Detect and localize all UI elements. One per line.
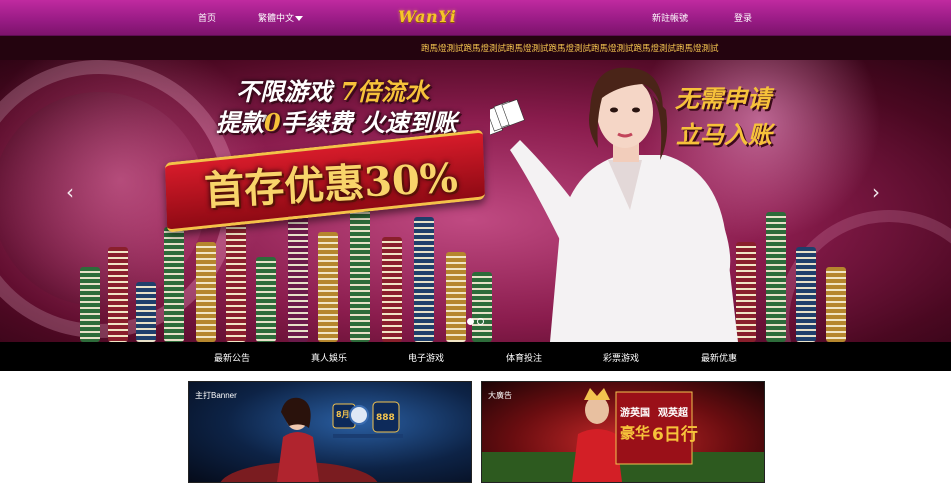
big-ad-text-3: 豪华 <box>620 424 651 442</box>
login-link[interactable]: 登录 <box>734 11 752 24</box>
ticker-text: 跑馬燈測試跑馬燈測試跑馬燈測試跑馬燈測試跑馬燈測試跑馬燈測試跑馬燈測試 <box>421 44 719 54</box>
category-live-casino[interactable]: 真人娛乐 <box>311 351 347 364</box>
promo-line-2: 提款0手续费 火速到账 <box>216 108 458 137</box>
register-link[interactable]: 新註帳號 <box>652 11 688 24</box>
promo-right-line-1: 无需申请 <box>675 84 771 113</box>
top-nav: 首页 繁體中文 WanYi 新註帳號 登录 <box>0 0 951 36</box>
category-bar: 最新公告 真人娛乐 电子游戏 体育投注 彩票游戏 最新优惠 <box>0 342 951 371</box>
category-announcements[interactable]: 最新公告 <box>214 351 250 364</box>
category-promotions[interactable]: 最新优惠 <box>701 351 737 364</box>
chevron-down-icon <box>295 16 304 21</box>
main-banner-badge-month: 8月 <box>336 410 350 419</box>
language-label: 繁體中文 <box>258 14 295 24</box>
carousel-prev-icon[interactable]: ‹ <box>66 180 74 204</box>
promo-right-line-2: 立马入账 <box>676 120 772 149</box>
category-slots[interactable]: 电子游戏 <box>408 351 444 364</box>
big-ad-text-1: 游英国 <box>620 408 650 419</box>
carousel-next-icon[interactable]: › <box>872 180 880 204</box>
big-ad-text-4: 6日行 <box>652 425 698 445</box>
announcement-ticker: 跑馬燈測試跑馬燈測試跑馬燈測試跑馬燈測試跑馬燈測試跑馬燈測試跑馬燈測試 <box>0 36 951 61</box>
category-sports[interactable]: 体育投注 <box>506 351 542 364</box>
main-banner-badge-number: 888 <box>376 413 395 423</box>
carousel-dot-2[interactable] <box>477 318 484 325</box>
category-lottery[interactable]: 彩票游戏 <box>603 351 639 364</box>
big-ad-text-2: 观英超 <box>658 408 688 419</box>
promo-line-1: 不限游戏 7倍流水 <box>236 77 430 106</box>
carousel-dot-1[interactable] <box>467 318 474 325</box>
hero-carousel[interactable]: 不限游戏 7倍流水 提款0手续费 火速到账 首存优惠30% 无需申请 立马入账 … <box>0 60 951 342</box>
carousel-indicators <box>467 318 487 328</box>
casino-hall-image <box>220 397 403 482</box>
nav-home-link[interactable]: 首页 <box>198 11 216 24</box>
main-banner-card[interactable]: 主打Banner 8月 888 <box>188 381 472 483</box>
site-logo[interactable]: WanYi <box>398 7 456 26</box>
big-ad-card[interactable]: 大廣告 游英国 观英超 豪华 6日行 <box>481 381 765 483</box>
language-selector[interactable]: 繁體中文 <box>258 11 304 24</box>
